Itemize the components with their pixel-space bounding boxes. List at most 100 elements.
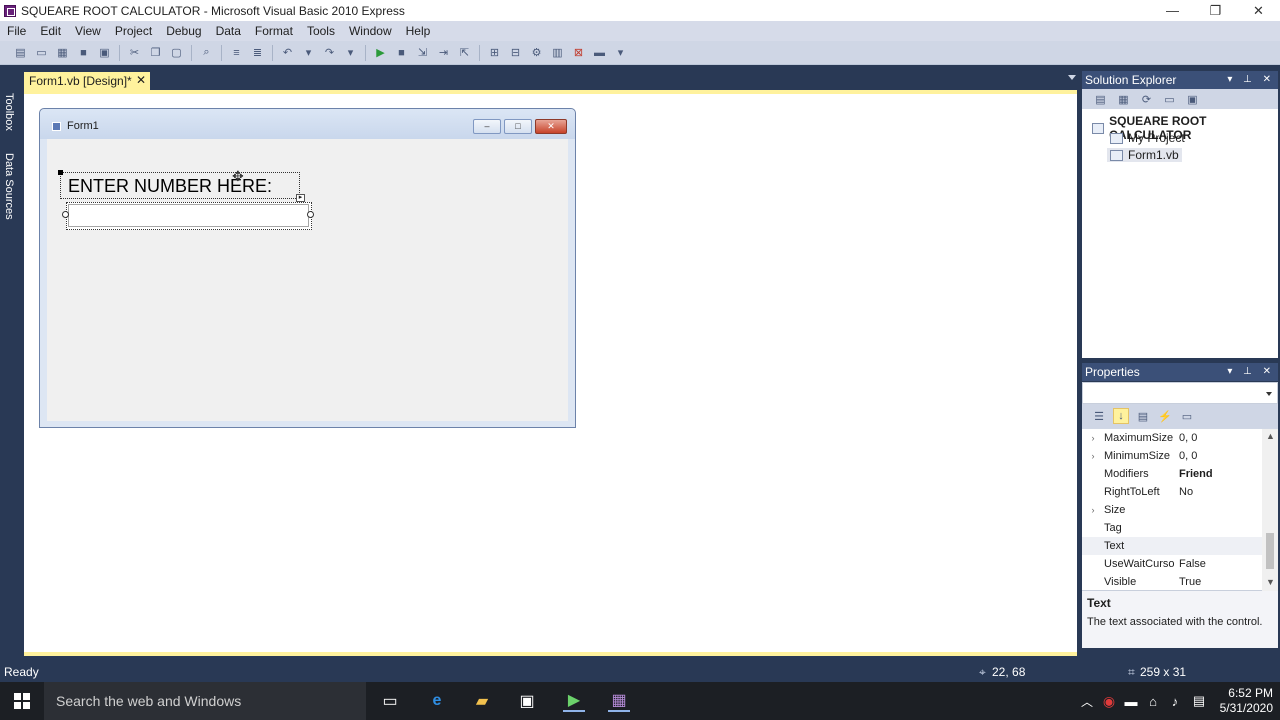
menu-debug[interactable]: Debug (159, 21, 208, 41)
menu-edit[interactable]: Edit (33, 21, 68, 41)
stop-debugging-icon[interactable]: ■ (394, 45, 410, 61)
categorized-icon[interactable]: ☰ (1091, 408, 1107, 424)
save-icon[interactable]: ■ (76, 45, 92, 61)
property-value[interactable]: Friend (1175, 468, 1213, 480)
power-icon[interactable]: ▬ (1120, 690, 1142, 712)
property-row-minimumsize[interactable]: › MinimumSize 0, 0 (1082, 447, 1262, 465)
panel-header-buttons[interactable]: ▾ ⊥ ✕ (1227, 71, 1275, 89)
taskbar-search-box[interactable]: Search the web and Windows (44, 682, 366, 720)
object-selector-dropdown[interactable] (1082, 382, 1278, 404)
redo-icon[interactable]: ↷ (322, 45, 338, 61)
record-icon[interactable]: ◉ (1098, 690, 1120, 712)
solution-explorer-icon[interactable]: ⊞ (487, 45, 503, 61)
property-value[interactable]: False (1175, 558, 1206, 570)
menu-tools[interactable]: Tools (300, 21, 342, 41)
textbox-resize-handle-left[interactable] (62, 211, 69, 218)
edge-browser-icon[interactable]: e (426, 690, 448, 712)
scroll-up-icon[interactable]: ▲ (1266, 431, 1275, 441)
action-center-icon[interactable]: ▤ (1188, 690, 1210, 712)
form-minimize-button[interactable]: – (473, 119, 501, 134)
object-browser-icon[interactable]: ⚙ (529, 45, 545, 61)
paste-icon[interactable]: ▢ (169, 45, 185, 61)
find-icon[interactable]: ⌕ (199, 45, 215, 61)
step-out-icon[interactable]: ⇱ (457, 45, 473, 61)
tab-form1-design[interactable]: Form1.vb [Design]* ✕ (24, 72, 150, 90)
file-explorer-icon[interactable]: ▰ (471, 690, 493, 712)
menu-view[interactable]: View (68, 21, 108, 41)
property-grid-scrollbar[interactable]: ▲ ▼ (1262, 429, 1278, 591)
label-selection-handle[interactable] (58, 170, 63, 175)
step-into-icon[interactable]: ⇲ (415, 45, 431, 61)
refresh-icon[interactable]: ⟳ (1139, 91, 1155, 107)
menu-help[interactable]: Help (399, 21, 438, 41)
step-over-icon[interactable]: ⇥ (436, 45, 452, 61)
textbox-resize-handle-right[interactable] (307, 211, 314, 218)
open-file-icon[interactable]: ▭ (34, 45, 50, 61)
toolbox-icon[interactable]: ▥ (550, 45, 566, 61)
network-icon[interactable]: ⌂ (1142, 690, 1164, 712)
store-icon[interactable]: ▣ (516, 690, 538, 712)
add-item-icon[interactable]: ▦ (55, 45, 71, 61)
panel-header-buttons[interactable]: ▾ ⊥ ✕ (1227, 363, 1275, 381)
view-code-icon[interactable]: ▭ (1162, 91, 1178, 107)
property-row-tag[interactable]: Tag (1082, 519, 1262, 537)
toolbar-options-icon[interactable]: ▾ (613, 45, 629, 61)
volume-icon[interactable]: ♪ (1164, 690, 1186, 712)
close-tab-icon[interactable]: ✕ (136, 73, 146, 87)
property-row-modifiers[interactable]: Modifiers Friend (1082, 465, 1262, 483)
comment-icon[interactable]: ≡ (229, 45, 245, 61)
camtasia-icon[interactable]: ▶ (563, 690, 585, 712)
expand-icon[interactable]: › (1082, 451, 1104, 461)
property-value[interactable]: 0, 0 (1175, 432, 1197, 444)
tree-node-my-project[interactable]: My Project (1110, 131, 1185, 145)
properties-window-icon[interactable]: ⊟ (508, 45, 524, 61)
view-designer-icon[interactable]: ▣ (1185, 91, 1201, 107)
events-icon[interactable]: ⚡ (1157, 408, 1173, 424)
number-textbox[interactable] (68, 204, 309, 227)
property-row-maximumsize[interactable]: › MaximumSize 0, 0 (1082, 429, 1262, 447)
properties-view-icon[interactable]: ▤ (1135, 408, 1151, 424)
cut-icon[interactable]: ✂ (127, 45, 143, 61)
redo-dropdown-icon[interactable]: ▾ (343, 45, 359, 61)
close-button[interactable]: ✕ (1237, 0, 1280, 21)
property-value[interactable]: 0, 0 (1175, 450, 1197, 462)
menu-format[interactable]: Format (248, 21, 300, 41)
new-project-icon[interactable]: ▤ (13, 45, 29, 61)
property-value[interactable]: No (1175, 486, 1193, 498)
form-maximize-button[interactable]: □ (504, 119, 532, 134)
scroll-thumb[interactable] (1266, 533, 1274, 569)
show-hidden-icons[interactable]: ︿ (1076, 690, 1098, 712)
start-debugging-icon[interactable]: ▶ (373, 45, 389, 61)
expand-icon[interactable]: › (1082, 433, 1104, 443)
property-row-visible[interactable]: Visible True (1082, 573, 1262, 591)
task-view-icon[interactable]: ▭ (379, 690, 401, 712)
menu-file[interactable]: File (0, 21, 33, 41)
tab-list-dropdown-icon[interactable] (1068, 75, 1076, 80)
menu-window[interactable]: Window (342, 21, 399, 41)
expand-icon[interactable]: › (1082, 505, 1104, 515)
form-close-button[interactable]: ✕ (535, 119, 567, 134)
tree-node-form1[interactable]: Form1.vb (1107, 148, 1182, 162)
minimize-button[interactable]: — (1151, 0, 1194, 21)
property-row-text[interactable]: Text (1082, 537, 1262, 555)
undo-dropdown-icon[interactable]: ▾ (301, 45, 317, 61)
enter-number-label[interactable]: ENTER NUMBER HERE: (60, 172, 300, 199)
scroll-down-icon[interactable]: ▼ (1266, 577, 1275, 587)
property-row-size[interactable]: › Size (1082, 501, 1262, 519)
properties-icon[interactable]: ▤ (1093, 91, 1109, 107)
data-sources-tab[interactable]: Data Sources (2, 153, 16, 220)
property-pages-icon[interactable]: ▭ (1179, 408, 1195, 424)
alphabetical-icon[interactable]: ↓ (1113, 408, 1129, 424)
save-all-icon[interactable]: ▣ (97, 45, 113, 61)
copy-icon[interactable]: ❐ (148, 45, 164, 61)
property-row-usewaitcursor[interactable]: UseWaitCursor False (1082, 555, 1262, 573)
menu-project[interactable]: Project (108, 21, 159, 41)
form1-window[interactable]: Form1 – □ ✕ (39, 108, 576, 428)
taskbar-clock[interactable]: 6:52 PM 5/31/2020 (1213, 686, 1273, 716)
property-value[interactable]: True (1175, 576, 1201, 588)
visual-basic-taskbar-icon[interactable]: ▦ (608, 690, 630, 712)
menu-data[interactable]: Data (209, 21, 248, 41)
smart-tag-arrow-icon[interactable]: ▸ (296, 194, 305, 202)
start-button[interactable] (0, 682, 44, 720)
uncomment-icon[interactable]: ≣ (250, 45, 266, 61)
